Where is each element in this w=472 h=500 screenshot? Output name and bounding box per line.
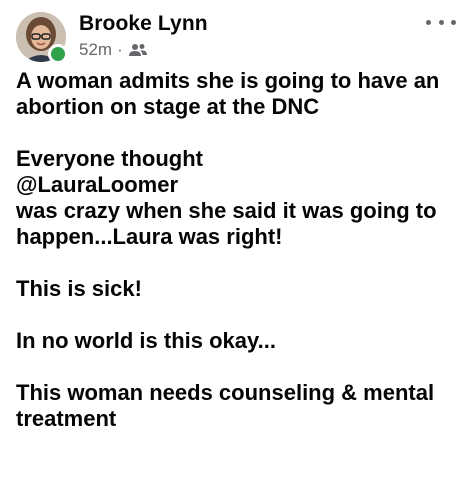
post-time[interactable]: 52m <box>79 40 112 60</box>
post-meta: 52m · <box>79 40 148 60</box>
post-paragraph: Everyone thought @LauraLoomer was crazy … <box>16 146 437 249</box>
post-paragraph: This is sick! <box>16 276 142 301</box>
post-body: A woman admits she is going to have an a… <box>16 68 462 458</box>
post-paragraph: This woman needs counseling & mental tre… <box>16 380 435 431</box>
author-name[interactable]: Brooke Lynn <box>79 12 208 36</box>
facebook-post: Brooke Lynn 52m · A woman admits she is … <box>0 0 472 500</box>
online-status-dot <box>48 44 68 64</box>
friends-icon <box>128 44 147 56</box>
author-avatar[interactable] <box>16 12 68 64</box>
post-header: Brooke Lynn 52m · <box>16 10 456 64</box>
meta-separator: · <box>117 40 123 59</box>
post-paragraph: A woman admits she is going to have an a… <box>16 68 440 119</box>
more-options-icon <box>426 19 431 25</box>
more-options-button[interactable] <box>426 12 456 32</box>
post-paragraph: In no world is this okay... <box>16 328 276 353</box>
